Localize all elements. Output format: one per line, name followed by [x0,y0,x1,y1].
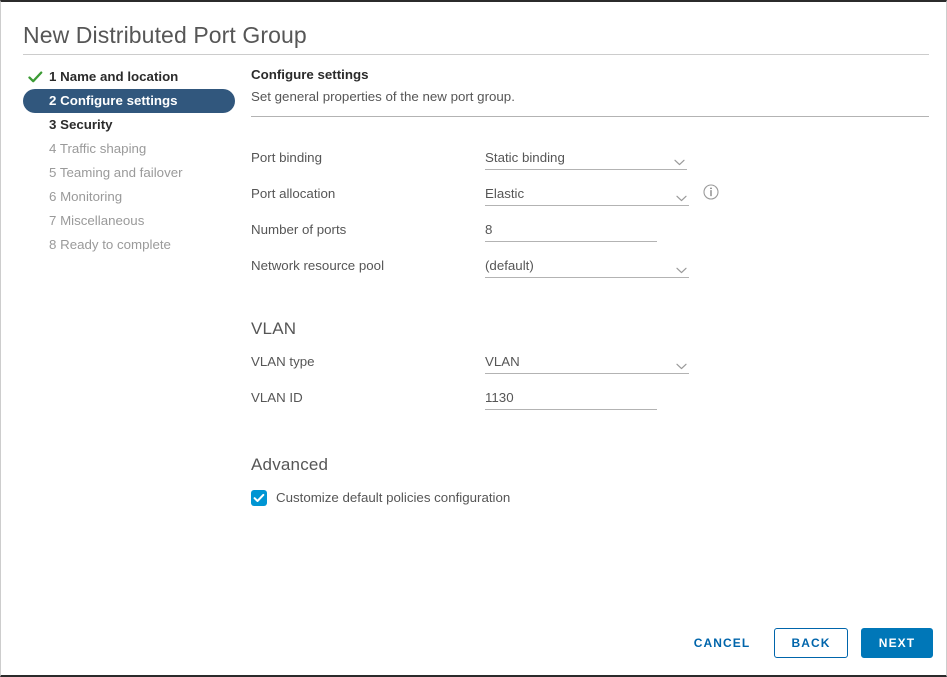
network-resource-pool-label: Network resource pool [251,258,385,273]
sidebar-item-label: 1 Name and location [49,69,179,84]
vlan-type-select[interactable]: VLAN [485,351,689,374]
advanced-section-heading: Advanced [251,455,329,474]
vlan-type-label: VLAN type [251,354,315,369]
sidebar-item-label: 5 Teaming and failover [49,165,183,180]
sidebar-item-monitoring: 6 Monitoring [23,185,235,209]
customize-policies-row[interactable]: Customize default policies configuration [251,488,941,512]
port-binding-row: Port binding Static binding [251,147,941,183]
sidebar-item-label: 8 Ready to complete [49,237,171,252]
sidebar-item-label: 7 Miscellaneous [49,213,145,228]
port-binding-select[interactable]: Static binding [485,147,687,170]
sidebar-item-traffic-shaping: 4 Traffic shaping [23,137,235,161]
vlan-section-heading: VLAN [251,319,297,338]
network-resource-pool-row: Network resource pool (default) [251,255,941,291]
vlan-id-row: VLAN ID 1130 [251,387,941,423]
vlan-id-value: 1130 [485,390,514,405]
page-title: New Distributed Port Group [23,22,307,48]
sidebar-item-label: 2 Configure settings [49,93,178,108]
customize-policies-label: Customize default policies configuration [276,490,511,505]
port-binding-value: Static binding [485,150,565,165]
chevron-down-icon [676,261,687,274]
vlan-id-label: VLAN ID [251,390,303,405]
wizard-step-list: 1 Name and location 2 Configure settings… [23,65,235,257]
sidebar-item-name-and-location[interactable]: 1 Name and location [23,65,235,89]
network-resource-pool-select[interactable]: (default) [485,255,689,278]
title-divider [23,54,929,55]
customize-policies-checkbox[interactable] [251,490,267,506]
cancel-button[interactable]: CANCEL [683,628,761,658]
wizard-footer: CANCEL BACK NEXT [1,628,946,664]
port-allocation-row: Port allocation Elastic [251,183,941,219]
back-button[interactable]: BACK [774,628,848,658]
settings-form: Port binding Static binding Port allocat… [251,147,941,512]
number-of-ports-value: 8 [485,222,493,237]
vlan-type-row: VLAN type VLAN [251,351,941,387]
sidebar-item-configure-settings[interactable]: 2 Configure settings [23,89,235,113]
port-allocation-label: Port allocation [251,186,336,201]
sidebar-item-label: 4 Traffic shaping [49,141,147,156]
number-of-ports-input[interactable]: 8 [485,219,657,242]
sidebar-item-teaming-and-failover: 5 Teaming and failover [23,161,235,185]
number-of-ports-row: Number of ports 8 [251,219,941,255]
vlan-id-input[interactable]: 1130 [485,387,657,410]
chevron-down-icon [676,189,687,202]
wizard-window: New Distributed Port Group 1 Name and lo… [0,0,947,677]
chevron-down-icon [676,357,687,370]
port-binding-label: Port binding [251,150,322,165]
sidebar-item-label: 3 Security [49,117,113,132]
vlan-type-value: VLAN [485,354,520,369]
content-header: Configure settings Set general propertie… [251,65,929,117]
next-button[interactable]: NEXT [861,628,933,658]
number-of-ports-label: Number of ports [251,222,347,237]
info-icon[interactable] [703,184,719,200]
content-description: Set general properties of the new port g… [251,89,515,104]
port-allocation-select[interactable]: Elastic [485,183,689,206]
network-resource-pool-value: (default) [485,258,534,273]
chevron-down-icon [674,153,685,166]
sidebar-item-ready-to-complete: 8 Ready to complete [23,233,235,257]
sidebar-item-security[interactable]: 3 Security [23,113,235,137]
content-divider [251,116,929,117]
sidebar-item-label: 6 Monitoring [49,189,123,204]
sidebar-item-miscellaneous: 7 Miscellaneous [23,209,235,233]
check-icon [28,69,43,84]
content-heading: Configure settings [251,67,369,82]
port-allocation-value: Elastic [485,186,525,201]
